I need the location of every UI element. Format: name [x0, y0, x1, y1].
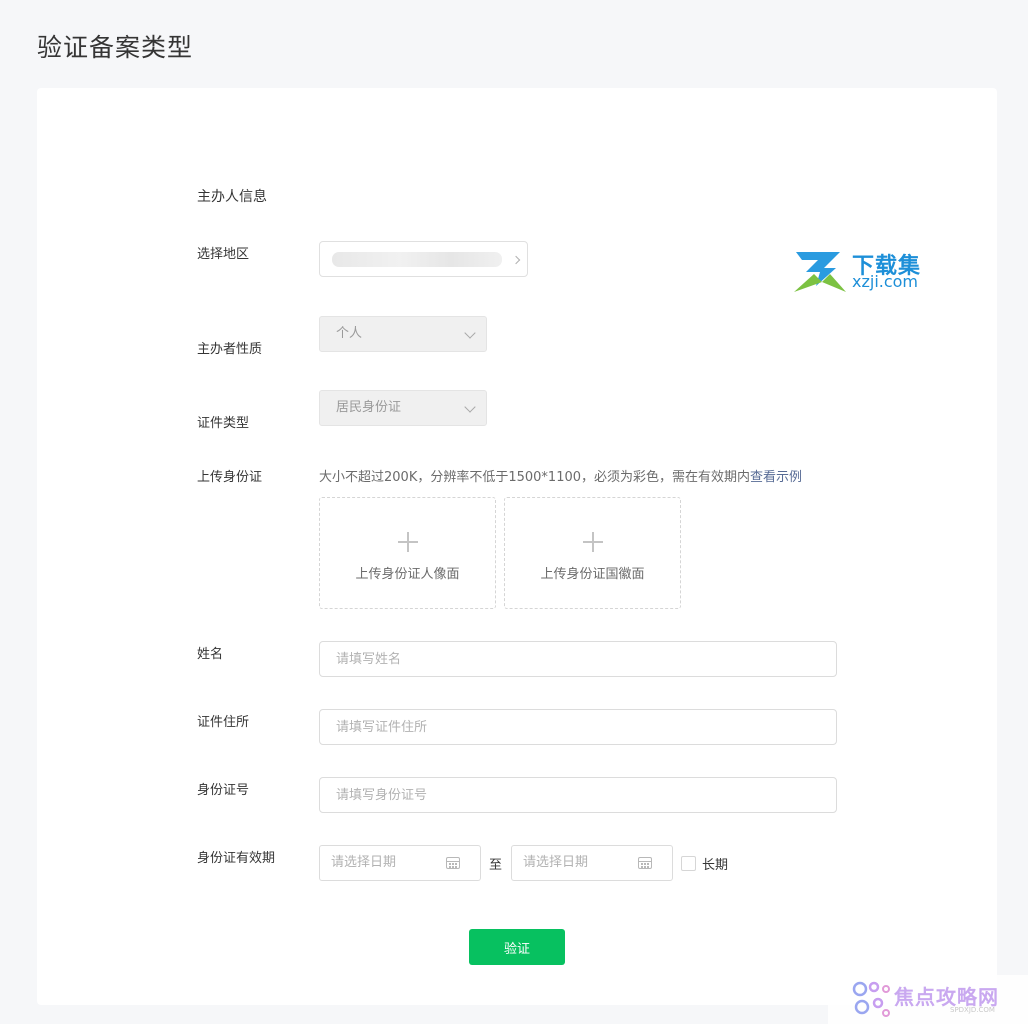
- jiaodian-watermark: 焦点攻略网 SPDXJD.COM: [828, 975, 1028, 1024]
- end-date-picker[interactable]: 请选择日期: [511, 845, 673, 881]
- view-example-link[interactable]: 查看示例: [750, 470, 802, 485]
- section-title: 主办人信息: [197, 189, 267, 205]
- id-type-label: 证件类型: [197, 416, 250, 431]
- upload-label: 上传身份证: [197, 470, 263, 485]
- id-number-input[interactable]: [319, 777, 837, 813]
- address-input[interactable]: [319, 709, 837, 745]
- name-label: 姓名: [197, 647, 224, 662]
- upload-back-button[interactable]: 上传身份证国徽面: [504, 497, 681, 609]
- upload-front-button[interactable]: 上传身份证人像面: [319, 497, 496, 609]
- calendar-icon: [446, 857, 460, 869]
- name-input[interactable]: [319, 641, 837, 677]
- jiaodian-watermark-sub: SPDXJD.COM: [950, 1006, 995, 1014]
- chevron-down-icon: [464, 327, 476, 339]
- calendar-icon: [638, 857, 652, 869]
- upload-hint: 大小不超过200K，分辨率不低于1500*1100，必须为彩色，需在有效期内查看…: [319, 466, 802, 485]
- upload-back-label: 上传身份证国徽面: [540, 567, 645, 582]
- start-date-picker[interactable]: 请选择日期: [319, 845, 481, 881]
- address-label: 证件住所: [197, 715, 250, 730]
- host-nature-value: 个人: [336, 326, 363, 341]
- page-title: 验证备案类型: [37, 33, 194, 62]
- region-label: 选择地区: [197, 247, 250, 262]
- id-type-select[interactable]: 居民身份证: [319, 390, 487, 426]
- upload-hint-text: 大小不超过200K，分辨率不低于1500*1100，必须为彩色，需在有效期内: [319, 470, 751, 485]
- xzji-logo-icon: [794, 252, 846, 292]
- long-term-label: 长期: [702, 858, 729, 873]
- id-type-value: 居民身份证: [336, 400, 402, 415]
- validity-label: 身份证有效期: [197, 851, 276, 866]
- date-separator: 至: [489, 858, 503, 873]
- xzji-watermark: 下载集 xzji.com: [794, 250, 934, 295]
- plus-icon: [582, 532, 603, 552]
- upload-front-label: 上传身份证人像面: [355, 567, 460, 582]
- long-term-checkbox[interactable]: [681, 856, 696, 871]
- verify-button[interactable]: 验证: [469, 929, 565, 965]
- start-date-placeholder: 请选择日期: [331, 855, 397, 870]
- id-number-label: 身份证号: [197, 783, 250, 798]
- resize-handle-icon: [511, 255, 521, 265]
- plus-icon: [397, 532, 418, 552]
- chevron-down-icon: [464, 401, 476, 413]
- end-date-placeholder: 请选择日期: [523, 855, 589, 870]
- region-select[interactable]: [319, 241, 528, 277]
- host-nature-select[interactable]: 个人: [319, 316, 487, 352]
- host-nature-label: 主办者性质: [197, 342, 263, 357]
- region-value-redacted: [332, 252, 502, 267]
- xzji-watermark-url: xzji.com: [852, 272, 919, 291]
